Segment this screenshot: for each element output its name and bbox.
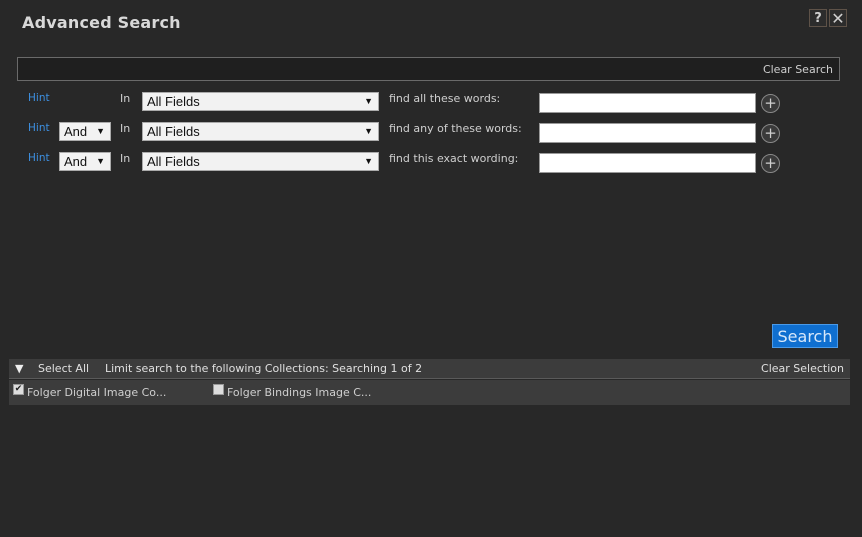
clear-selection-link[interactable]: Clear Selection	[761, 362, 844, 375]
search-term-input[interactable]	[539, 123, 756, 143]
field-select-value: All Fields	[147, 94, 200, 109]
collection-label: Folger Digital Image Co...	[27, 386, 167, 399]
field-select[interactable]: All Fields ▼	[142, 122, 379, 141]
boolean-operator-select[interactable]: And ▼	[59, 152, 111, 171]
select-all-link[interactable]: Select All	[38, 362, 89, 375]
close-icon: ✕	[831, 8, 845, 28]
search-query-bar[interactable]: Clear Search	[17, 57, 840, 81]
criteria-row-3: Hint And ▼ In All Fields ▼ find this exa…	[0, 150, 862, 174]
dropdown-arrow-icon: ▼	[364, 156, 373, 166]
collection-checkbox[interactable]	[213, 384, 224, 395]
dropdown-arrow-icon: ▼	[364, 126, 373, 136]
in-label: In	[120, 152, 131, 165]
collection-label: Folger Bindings Image C...	[227, 386, 372, 399]
find-label: find this exact wording:	[389, 152, 519, 165]
in-label: In	[120, 122, 131, 135]
boolean-operator-value: And	[64, 154, 88, 169]
collection-item[interactable]: ✔ Folger Digital Image Co...	[13, 383, 166, 399]
collections-header: ▼ Select All Limit search to the followi…	[9, 359, 850, 379]
search-term-input[interactable]	[539, 153, 756, 173]
field-select[interactable]: All Fields ▼	[142, 152, 379, 171]
dropdown-arrow-icon: ▼	[96, 126, 105, 136]
hint-link[interactable]: Hint	[28, 152, 50, 164]
collection-checkbox[interactable]: ✔	[13, 384, 24, 395]
dropdown-arrow-icon: ▼	[96, 156, 105, 166]
find-label: find any of these words:	[389, 122, 522, 135]
close-button[interactable]: ✕	[829, 8, 847, 28]
collection-item[interactable]: Folger Bindings Image C...	[213, 383, 371, 399]
boolean-operator-value: And	[64, 124, 88, 139]
plus-icon: +	[764, 94, 777, 112]
search-button[interactable]: Search	[772, 324, 838, 348]
add-criteria-button[interactable]: +	[761, 94, 780, 113]
field-select-value: All Fields	[147, 124, 200, 139]
collections-list: ✔ Folger Digital Image Co... Folger Bind…	[9, 380, 850, 405]
collections-limit-text: Limit search to the following Collection…	[105, 362, 423, 375]
in-label: In	[120, 92, 131, 105]
search-term-input[interactable]	[539, 93, 756, 113]
add-criteria-button[interactable]: +	[761, 154, 780, 173]
hint-link[interactable]: Hint	[28, 122, 50, 134]
add-criteria-button[interactable]: +	[761, 124, 780, 143]
hint-link[interactable]: Hint	[28, 92, 50, 104]
help-button[interactable]: ?	[809, 9, 827, 27]
field-select-value: All Fields	[147, 154, 200, 169]
dropdown-arrow-icon: ▼	[364, 96, 373, 106]
help-icon: ?	[814, 10, 822, 26]
criteria-row-1: Hint In All Fields ▼ find all these word…	[0, 90, 862, 114]
plus-icon: +	[764, 154, 777, 172]
find-label: find all these words:	[389, 92, 501, 105]
plus-icon: +	[764, 124, 777, 142]
clear-search-link[interactable]: Clear Search	[763, 63, 833, 76]
field-select[interactable]: All Fields ▼	[142, 92, 379, 111]
dialog-title: Advanced Search	[22, 13, 181, 32]
boolean-operator-select[interactable]: And ▼	[59, 122, 111, 141]
collapse-toggle-icon[interactable]: ▼	[15, 362, 23, 375]
criteria-row-2: Hint And ▼ In All Fields ▼ find any of t…	[0, 120, 862, 144]
